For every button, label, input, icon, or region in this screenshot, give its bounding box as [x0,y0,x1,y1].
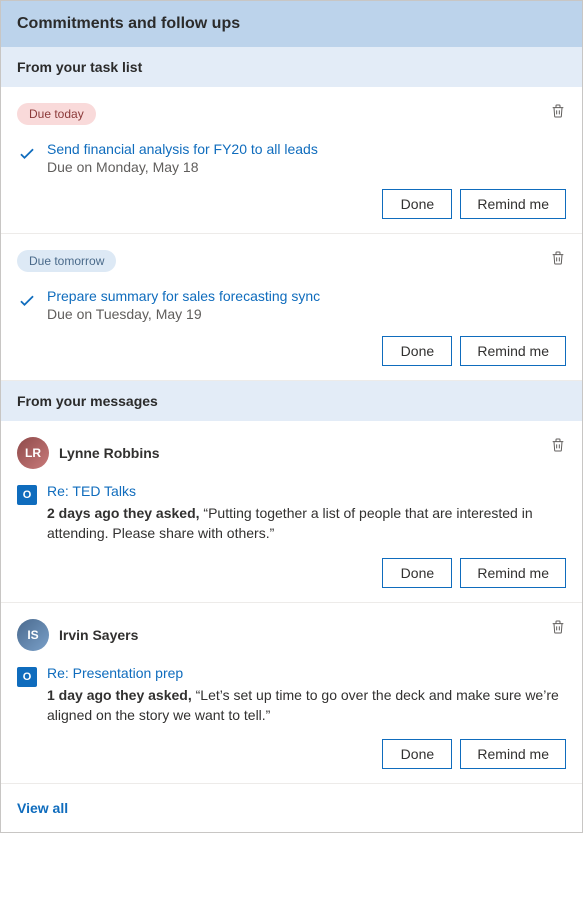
done-button[interactable]: Done [382,336,452,366]
card-title: Commitments and follow ups [17,15,240,32]
messages-section-header: From your messages [1,381,582,421]
delete-icon[interactable] [550,619,566,635]
message-subject-link[interactable]: Re: Presentation prep [47,665,566,681]
task-due-text: Due on Monday, May 18 [47,159,318,175]
delete-icon[interactable] [550,103,566,119]
due-badge: Due today [17,103,96,125]
messages-header-label: From your messages [17,393,158,409]
tasks-header-label: From your task list [17,59,142,75]
avatar: LR [17,437,49,469]
remind-me-button[interactable]: Remind me [460,739,566,769]
outlook-icon: O [17,485,37,505]
avatar: IS [17,619,49,651]
outlook-icon: O [17,667,37,687]
done-button[interactable]: Done [382,189,452,219]
due-badge: Due tomorrow [17,250,116,272]
card-header: Commitments and follow ups [1,1,582,47]
delete-icon[interactable] [550,437,566,453]
message-body: 2 days ago they asked, “Putting together… [47,503,566,544]
delete-icon[interactable] [550,250,566,266]
sender-name: Lynne Robbins [59,445,160,461]
message-time-prefix: 2 days ago they asked, [47,505,200,521]
card-footer: View all [1,784,582,832]
task-item: Due today Send financial analysis for FY… [1,87,582,234]
remind-me-button[interactable]: Remind me [460,336,566,366]
remind-me-button[interactable]: Remind me [460,189,566,219]
checkmark-icon [17,290,37,310]
message-item: IS Irvin Sayers O Re: Presentation prep … [1,603,582,785]
view-all-link[interactable]: View all [17,800,68,816]
commitments-card: Commitments and follow ups From your tas… [0,0,583,833]
tasks-section-header: From your task list [1,47,582,87]
remind-me-button[interactable]: Remind me [460,558,566,588]
checkmark-icon [17,143,37,163]
message-subject-link[interactable]: Re: TED Talks [47,483,566,499]
message-body: 1 day ago they asked, “Let’s set up time… [47,685,566,726]
done-button[interactable]: Done [382,558,452,588]
task-item: Due tomorrow Prepare summary for sales f… [1,234,582,381]
done-button[interactable]: Done [382,739,452,769]
message-time-prefix: 1 day ago they asked, [47,687,192,703]
sender-name: Irvin Sayers [59,627,138,643]
message-item: LR Lynne Robbins O Re: TED Talks 2 days … [1,421,582,603]
task-title-link[interactable]: Prepare summary for sales forecasting sy… [47,288,320,304]
task-due-text: Due on Tuesday, May 19 [47,306,320,322]
task-title-link[interactable]: Send financial analysis for FY20 to all … [47,141,318,157]
